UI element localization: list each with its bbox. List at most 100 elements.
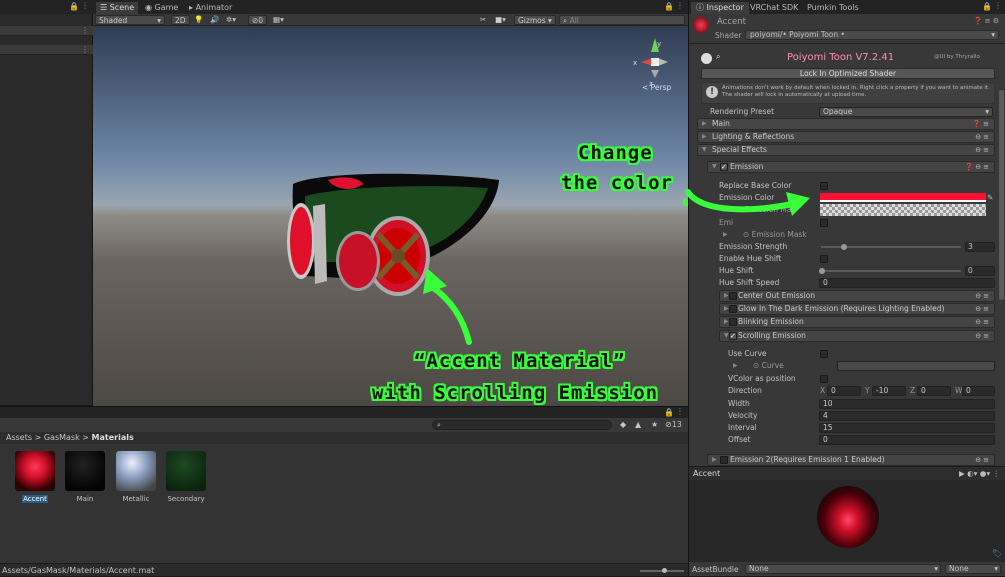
section-icons[interactable]: ⊖≡ xyxy=(975,331,991,341)
section-icons[interactable]: ❓⊖≡ xyxy=(965,162,991,172)
vcolor-checkbox[interactable] xyxy=(820,375,828,383)
effects-icon[interactable]: ✲▾ xyxy=(226,15,236,25)
preview-controls[interactable]: ▶ ◐▾ ●▾ ⋮ xyxy=(959,469,1000,478)
center-out-checkbox[interactable] xyxy=(729,292,737,300)
tab-game[interactable]: ◉ Game xyxy=(141,2,182,14)
emission-checkbox[interactable]: ✓ xyxy=(720,163,728,171)
filter-label-icon[interactable]: ◆ xyxy=(620,420,626,429)
hidden-count[interactable]: ⊘13 xyxy=(665,420,682,429)
tab-vrchat-sdk[interactable]: VRChat SDK xyxy=(745,2,803,14)
scene-viewport[interactable]: x y z < Persp Change the color “Accent M… xyxy=(93,26,688,406)
direction-w[interactable]: 0 xyxy=(962,386,995,396)
shading-dropdown[interactable]: Shaded ▾ xyxy=(95,15,165,25)
eyedropper-icon[interactable]: ✎ xyxy=(987,192,993,204)
emission-strength-field[interactable]: 3 xyxy=(965,242,995,252)
use-curve-checkbox[interactable] xyxy=(820,350,828,358)
direction-x[interactable]: 0 xyxy=(827,386,861,396)
camera-icon[interactable]: ■▾ xyxy=(495,15,506,25)
hue-shift-checkbox[interactable] xyxy=(820,255,828,263)
assetbundle-dropdown[interactable]: None ▾ xyxy=(745,564,941,574)
more-icon[interactable]: ⋮ xyxy=(994,1,1002,10)
asset-metallic[interactable]: Metallic xyxy=(115,451,157,503)
grid-icon[interactable]: ▦▾ xyxy=(273,15,284,25)
emission2-checkbox[interactable] xyxy=(720,456,728,464)
settings-icon[interactable] xyxy=(701,53,712,64)
search-icon[interactable]: ⌕ xyxy=(716,52,720,62)
gizmos-dropdown[interactable]: Gizmos ▾ xyxy=(514,15,556,25)
offset-field[interactable]: 0 xyxy=(819,435,995,445)
section-glow-dark[interactable]: ▶ Glow In The Dark Emission (Requires Lig… xyxy=(719,303,995,315)
hue-shift-slider[interactable] xyxy=(819,268,961,274)
asset-accent[interactable]: Accent xyxy=(14,451,56,503)
direction-z[interactable]: 0 xyxy=(917,386,951,396)
2d-toggle[interactable]: 2D xyxy=(171,15,190,25)
lock-icon[interactable]: 🔒 xyxy=(982,2,992,11)
scene-search[interactable]: ⌕ All xyxy=(559,15,685,25)
glow-dark-checkbox[interactable] xyxy=(729,305,737,313)
section-center-out[interactable]: ▶ Center Out Emission ⊖≡ xyxy=(719,290,995,302)
interval-field[interactable]: 15 xyxy=(819,423,995,433)
lock-icon[interactable]: 🔒 xyxy=(69,2,79,11)
more-icon[interactable]: ⋮ xyxy=(676,1,684,10)
section-icons[interactable]: ⊖≡ xyxy=(975,291,991,301)
thumbnail-size-slider[interactable] xyxy=(640,568,684,573)
lock-in-optimized-button[interactable]: Lock In Optimized Shader xyxy=(701,68,995,79)
direction-y[interactable]: -10 xyxy=(872,386,906,396)
assetbundle-variant-dropdown[interactable]: None ▾ xyxy=(945,564,1001,574)
section-icons[interactable]: ⊖≡ xyxy=(975,317,991,327)
tab-scene[interactable]: ☰ Scene xyxy=(96,2,139,14)
audio-icon[interactable]: 🔊 xyxy=(210,15,219,25)
section-blinking[interactable]: ▶ Blinking Emission ⊖≡ xyxy=(719,316,995,328)
section-emission-2[interactable]: ▶ Emission 2(Requires Emission 1 Enabled)… xyxy=(707,454,995,466)
section-special-effects[interactable]: ▼ Special Effects ⊖≡ xyxy=(697,144,995,156)
rendering-preset-dropdown[interactable]: Opaque ▾ xyxy=(819,107,993,117)
tag-icon[interactable]: 🏷 xyxy=(992,549,1002,558)
emission-map-texture[interactable] xyxy=(820,204,986,216)
hierarchy-row[interactable]: ⋮ xyxy=(0,26,93,36)
project-search[interactable]: ⌕ xyxy=(432,420,612,430)
section-icons[interactable]: ⊖≡ xyxy=(975,455,991,465)
inspector-scrollbar[interactable] xyxy=(999,90,1004,300)
section-scrolling[interactable]: ▼ ✓ Scrolling Emission ⊖≡ xyxy=(719,330,995,342)
section-emission[interactable]: ▼ ✓ Emission ❓⊖≡ xyxy=(707,161,995,173)
lighting-icon[interactable]: 💡 xyxy=(194,15,203,25)
section-icons[interactable]: ⊖≡ xyxy=(975,145,991,155)
asset-main[interactable]: Main xyxy=(64,451,106,503)
breadcrumb-gasmask[interactable]: GasMask xyxy=(44,433,80,442)
more-icon[interactable]: ⋮ xyxy=(81,45,89,54)
more-icon[interactable]: ⋮ xyxy=(81,1,89,10)
hue-shift-speed-field[interactable]: 0 xyxy=(819,278,995,288)
tab-animator[interactable]: ▸ Animator xyxy=(185,2,236,14)
persp-label[interactable]: < Persp xyxy=(642,83,671,92)
breadcrumb-assets[interactable]: Assets xyxy=(6,433,32,442)
scrolling-checkbox[interactable]: ✓ xyxy=(729,332,737,340)
section-main[interactable]: ▶ Main ❓≡ xyxy=(697,118,995,130)
lock-icon[interactable]: 🔒 xyxy=(664,408,674,417)
hue-shift-field[interactable]: 0 xyxy=(965,266,995,276)
filter-type-icon[interactable]: ▲ xyxy=(635,420,641,429)
section-icons[interactable]: ❓≡ xyxy=(972,119,991,129)
more-icon[interactable]: ⋮ xyxy=(81,26,89,35)
preview-area[interactable]: 🏷 xyxy=(689,480,1005,562)
tab-inspector[interactable]: ⓘ Inspector xyxy=(691,2,749,14)
asset-secondary[interactable]: Secondary xyxy=(165,451,207,503)
favorite-icon[interactable]: ★ xyxy=(651,420,658,429)
breadcrumb-materials[interactable]: Materials xyxy=(92,433,134,442)
more-icon[interactable]: ⋮ xyxy=(676,407,684,416)
section-icons[interactable]: ⊖≡ xyxy=(975,132,991,142)
section-lighting[interactable]: ▶ Lighting & Reflections ⊖≡ xyxy=(697,131,995,143)
header-icons[interactable]: ❓ ≡ ⚙ xyxy=(974,17,999,25)
blinking-checkbox[interactable] xyxy=(729,318,737,326)
section-icons[interactable]: ⊖≡ xyxy=(975,304,991,314)
hierarchy-row[interactable]: ⋮ xyxy=(0,45,93,55)
curve-field[interactable] xyxy=(837,361,995,371)
velocity-field[interactable]: 4 xyxy=(819,411,995,421)
lock-icon[interactable]: 🔒 xyxy=(664,2,674,11)
width-field[interactable]: 10 xyxy=(819,399,995,409)
tab-pumkin-tools[interactable]: Pumkin Tools xyxy=(802,2,864,14)
emission-strength-slider[interactable] xyxy=(821,244,961,250)
emission-color-swatch[interactable] xyxy=(820,193,986,202)
tools-icon[interactable]: ✂ xyxy=(480,15,486,25)
shader-dropdown[interactable]: poiyomi/• Poiyomi Toon • ▾ xyxy=(745,30,999,40)
hidden-objects-toggle[interactable]: ⊘0 xyxy=(248,15,268,25)
